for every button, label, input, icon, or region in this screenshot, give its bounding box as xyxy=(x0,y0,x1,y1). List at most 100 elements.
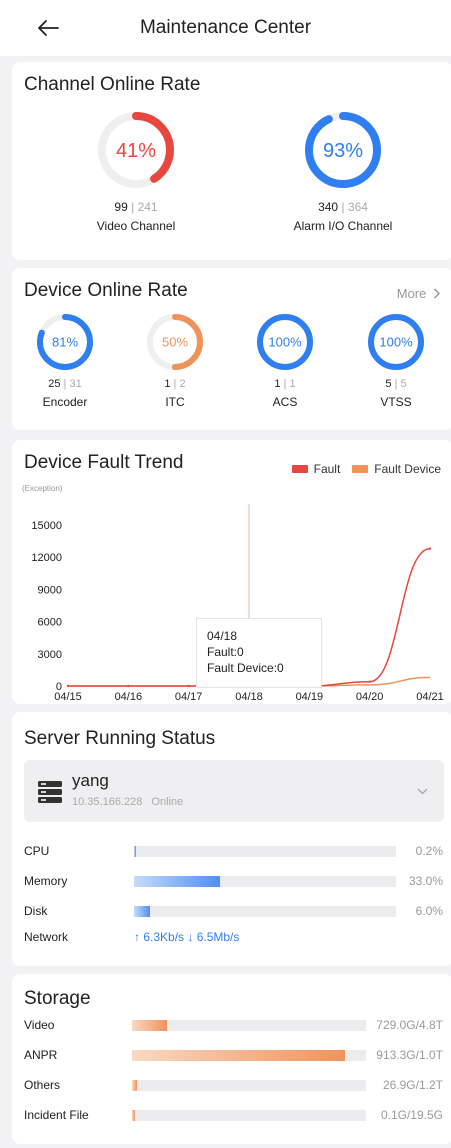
storage-value: 0.1G/19.5G xyxy=(380,1108,443,1122)
metric-bar xyxy=(134,876,396,887)
storage-label: Incident File xyxy=(24,1108,89,1122)
server-status-title: Server Running Status xyxy=(24,728,216,749)
channel-online-title: Channel Online Rate xyxy=(24,74,201,95)
storage-bar-fill xyxy=(132,1110,135,1121)
y-tick-label: 6000 xyxy=(38,617,62,629)
server-selector[interactable]: yang 10.35.166.228 Online xyxy=(24,760,444,822)
data-point xyxy=(187,684,190,688)
data-point xyxy=(368,680,371,683)
total-count: 1 xyxy=(289,378,296,390)
data-point xyxy=(428,547,432,550)
metric-label: Disk xyxy=(24,904,48,918)
device-label: VTSS xyxy=(380,395,412,409)
ring-percent: 93% xyxy=(323,140,363,162)
storage-label: Others xyxy=(24,1078,61,1092)
network-label: Network xyxy=(24,930,69,944)
device-item: 50% 1 | 2 ITC xyxy=(137,314,213,409)
data-point xyxy=(66,684,70,688)
y-tick-label: 3000 xyxy=(38,649,62,661)
more-link[interactable]: More xyxy=(397,286,441,301)
server-name: yang xyxy=(72,771,109,790)
channel-ring: 93% xyxy=(305,112,381,188)
storage-bar-fill xyxy=(132,1020,167,1031)
ring-percent: 100% xyxy=(268,335,302,350)
online-count: 340 xyxy=(318,200,339,214)
more-label: More xyxy=(396,286,427,301)
server-status: Online xyxy=(151,796,184,808)
count-separator: | xyxy=(338,200,348,214)
ring-percent: 41% xyxy=(116,140,156,162)
tooltip-date: 04/18 xyxy=(207,629,238,643)
fault-trend-card: Device Fault Trend Fault Fault Device (E… xyxy=(12,440,451,704)
server-subtitle: 10.35.166.228 Online xyxy=(72,796,183,808)
channel-item: 93% 340 | 364 Alarm I/O Channel xyxy=(275,112,411,233)
device-count: 1 | 1 xyxy=(247,378,323,390)
ring-percent: 100% xyxy=(379,335,413,350)
tooltip-fault: Fault:0 xyxy=(207,645,244,659)
device-label: ITC xyxy=(165,395,185,409)
device-item: 81% 25 | 31 Encoder xyxy=(27,314,103,409)
storage-bar xyxy=(132,1110,366,1121)
device-count: 1 | 2 xyxy=(137,378,213,390)
x-tick-label: 04/18 xyxy=(235,691,263,703)
online-count: 25 xyxy=(48,378,61,390)
storage-bar xyxy=(132,1020,366,1031)
storage-title: Storage xyxy=(24,988,91,1009)
chart-tooltip: 04/18 Fault:0 Fault Device:0 xyxy=(196,618,322,688)
tooltip-fault-device: Fault Device:0 xyxy=(207,661,284,675)
storage-label: ANPR xyxy=(24,1048,58,1062)
page-title: Maintenance Center xyxy=(139,17,312,38)
channel-count: 99 | 241 xyxy=(68,200,204,214)
storage-card: Storage Video 729.0G/4.8T ANPR 913.3G/1.0T O… xyxy=(12,974,451,1144)
device-label: ACS xyxy=(272,395,298,409)
device-item: 100% 1 | 1 ACS xyxy=(247,314,323,409)
metric-value: 0.2% xyxy=(415,844,443,858)
storage-value: 26.9G/1.2T xyxy=(382,1078,443,1092)
device-count: 25 | 31 xyxy=(27,378,103,390)
storage-label: Video xyxy=(24,1018,55,1032)
x-tick-label: 04/20 xyxy=(356,691,384,703)
server-icon xyxy=(38,781,62,803)
metric-value: 6.0% xyxy=(415,904,443,918)
metric-label: CPU xyxy=(24,844,50,858)
metric-label: Memory xyxy=(24,874,68,888)
app-header: Maintenance Center xyxy=(0,0,451,56)
x-tick-label: 04/16 xyxy=(115,691,143,703)
metric-bar-fill xyxy=(134,906,150,917)
y-tick-label: 15000 xyxy=(31,520,62,532)
chevron-down-icon xyxy=(417,788,428,795)
count-separator: | xyxy=(127,200,138,214)
device-ring: 100% xyxy=(368,314,424,370)
storage-bar xyxy=(132,1080,366,1091)
device-ring: 81% xyxy=(37,314,93,370)
network-value: ↑ 6.3Kb/s ↓ 6.5Mb/s xyxy=(134,930,240,944)
metric-bar-fill xyxy=(134,846,136,857)
channel-count: 340 | 364 xyxy=(275,200,411,214)
channel-ring: 41% xyxy=(98,112,174,188)
storage-bar-fill xyxy=(132,1080,137,1091)
metric-bar xyxy=(134,846,396,857)
y-tick-label: 12000 xyxy=(31,552,62,564)
online-count: 99 xyxy=(114,200,128,214)
total-count: 2 xyxy=(179,378,186,390)
server-ip: 10.35.166.228 xyxy=(72,796,143,808)
total-count: 31 xyxy=(69,378,82,390)
server-status-card: Server Running Status yang 10.35.166.228… xyxy=(12,712,451,966)
device-ring: 50% xyxy=(147,314,203,370)
x-tick-label: 04/17 xyxy=(175,691,203,703)
device-count: 5 | 5 xyxy=(358,378,434,390)
ring-percent: 50% xyxy=(162,335,188,350)
ring-percent: 81% xyxy=(52,335,78,350)
total-count: 241 xyxy=(137,200,158,214)
storage-value: 913.3G/1.0T xyxy=(376,1048,443,1062)
storage-bar-fill xyxy=(132,1050,345,1061)
channel-label: Video Channel xyxy=(96,219,176,233)
metric-value: 33.0% xyxy=(408,874,443,888)
total-count: 5 xyxy=(400,378,407,390)
storage-value: 729.0G/4.8T xyxy=(376,1018,443,1032)
channel-label: Alarm I/O Channel xyxy=(293,219,393,233)
channel-online-card: Channel Online Rate 41% 99 | 241 Video Cha… xyxy=(12,62,451,260)
x-tick-label: 04/19 xyxy=(296,691,324,703)
metric-bar-fill xyxy=(134,876,220,887)
metric-bar xyxy=(134,906,396,917)
